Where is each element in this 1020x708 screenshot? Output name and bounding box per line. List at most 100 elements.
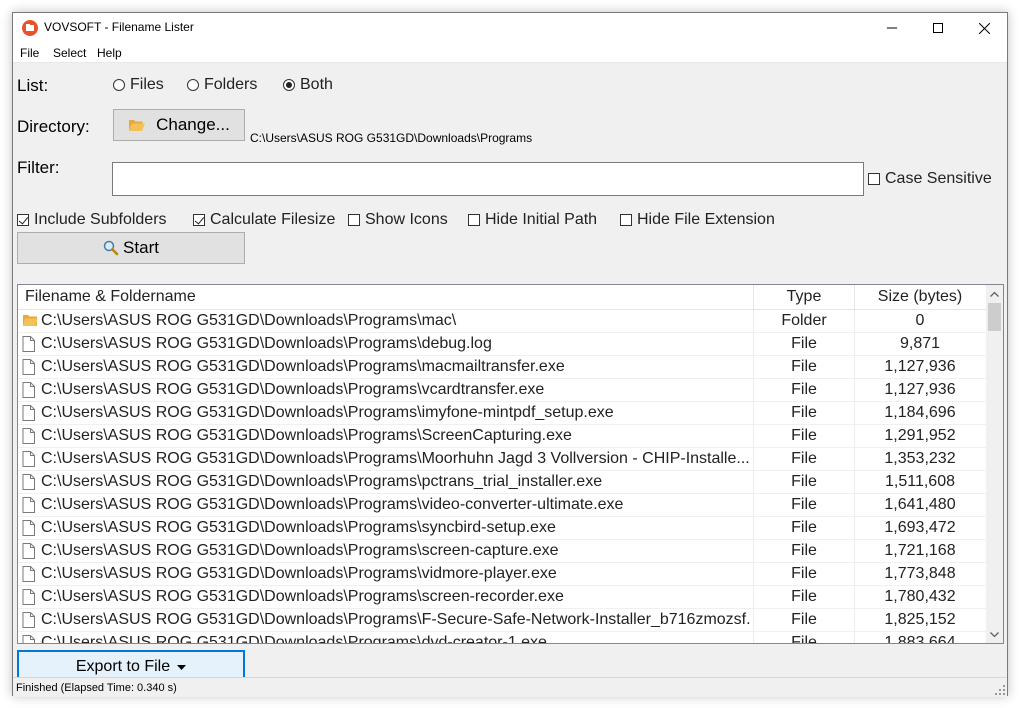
filename-text: C:\Users\ASUS ROG G531GD\Downloads\Progr… xyxy=(41,611,752,628)
table-row[interactable]: C:\Users\ASUS ROG G531GD\Downloads\Progr… xyxy=(18,448,986,471)
export-label: Export to File xyxy=(75,658,171,675)
show-icons-checkbox[interactable]: Show Icons xyxy=(348,211,448,229)
hide-initial-path-checkbox[interactable]: Hide Initial Path xyxy=(468,211,597,229)
cell-size: 0 xyxy=(915,312,925,329)
filename-text: C:\Users\ASUS ROG G531GD\Downloads\Progr… xyxy=(41,381,545,398)
folder-open-icon xyxy=(129,120,146,131)
minimize-button[interactable] xyxy=(869,13,915,43)
checkbox-box-checked xyxy=(193,214,205,226)
show-icons-label: Show Icons xyxy=(365,211,448,228)
chevron-up-icon xyxy=(990,291,999,297)
cell-type: File xyxy=(791,427,817,444)
column-header-type[interactable]: Type xyxy=(754,288,854,306)
filename-text: C:\Users\ASUS ROG G531GD\Downloads\Progr… xyxy=(41,427,572,444)
cell-size: 1,291,952 xyxy=(884,427,956,444)
cell-type: File xyxy=(791,588,817,605)
table-row[interactable]: C:\Users\ASUS ROG G531GD\Downloads\Progr… xyxy=(18,609,986,632)
status-text: Finished (Elapsed Time: 0.340 s) xyxy=(16,682,177,694)
cell-filename: C:\Users\ASUS ROG G531GD\Downloads\Progr… xyxy=(22,542,752,560)
filename-text: C:\Users\ASUS ROG G531GD\Downloads\Progr… xyxy=(41,450,750,467)
menu-select[interactable]: Select xyxy=(53,46,86,60)
calculate-filesize-checkbox[interactable]: Calculate Filesize xyxy=(193,211,335,229)
checkbox-box xyxy=(620,214,632,226)
cell-type: Folder xyxy=(781,312,827,329)
file-icon xyxy=(22,635,38,643)
radio-circle xyxy=(113,79,125,91)
include-subfolders-checkbox[interactable]: Include Subfolders xyxy=(17,211,167,229)
cell-type: File xyxy=(791,565,817,582)
table-row[interactable]: C:\Users\ASUS ROG G531GD\Downloads\Progr… xyxy=(18,425,986,448)
folder-icon xyxy=(22,313,38,329)
checkbox-box xyxy=(348,214,360,226)
radio-folders[interactable]: Folders xyxy=(187,76,257,94)
start-label: Start xyxy=(123,238,159,257)
scroll-up-button[interactable] xyxy=(986,285,1003,302)
vertical-scrollbar[interactable] xyxy=(986,285,1003,643)
file-icon xyxy=(22,336,38,352)
cell-size: 1,773,848 xyxy=(884,565,956,582)
menu-help[interactable]: Help xyxy=(97,46,122,60)
case-sensitive-checkbox[interactable]: Case Sensitive xyxy=(868,170,992,188)
file-icon xyxy=(22,405,38,421)
radio-files-label: Files xyxy=(130,76,164,93)
scroll-down-button[interactable] xyxy=(986,626,1003,643)
resize-grip-icon[interactable] xyxy=(995,685,1005,695)
file-icon xyxy=(22,497,38,513)
file-icon xyxy=(22,543,38,559)
close-button[interactable] xyxy=(961,13,1007,43)
cell-type: File xyxy=(791,611,817,628)
cell-type: File xyxy=(791,634,817,644)
table-row[interactable]: C:\Users\ASUS ROG G531GD\Downloads\Progr… xyxy=(18,586,986,609)
table-row[interactable]: C:\Users\ASUS ROG G531GD\Downloads\Progr… xyxy=(18,494,986,517)
cell-filename: C:\Users\ASUS ROG G531GD\Downloads\Progr… xyxy=(22,496,752,514)
scroll-thumb[interactable] xyxy=(988,303,1001,331)
table-row[interactable]: C:\Users\ASUS ROG G531GD\Downloads\Progr… xyxy=(18,333,986,356)
cell-filename: C:\Users\ASUS ROG G531GD\Downloads\Progr… xyxy=(22,335,752,353)
filter-input[interactable] xyxy=(112,162,864,196)
checkbox-box xyxy=(868,173,880,185)
minimize-icon xyxy=(887,27,897,29)
table-row[interactable]: C:\Users\ASUS ROG G531GD\Downloads\Progr… xyxy=(18,632,986,644)
table-row[interactable]: C:\Users\ASUS ROG G531GD\Downloads\Progr… xyxy=(18,379,986,402)
table-row[interactable]: C:\Users\ASUS ROG G531GD\Downloads\Progr… xyxy=(18,402,986,425)
cell-type: File xyxy=(791,473,817,490)
table-row[interactable]: C:\Users\ASUS ROG G531GD\Downloads\Progr… xyxy=(18,517,986,540)
radio-circle-selected xyxy=(283,79,295,91)
list-header: Filename & Foldername Type Size (bytes) xyxy=(18,285,986,310)
table-row[interactable]: C:\Users\ASUS ROG G531GD\Downloads\Progr… xyxy=(18,471,986,494)
change-directory-button[interactable]: Change... xyxy=(113,109,245,141)
start-button[interactable]: Start xyxy=(17,232,245,264)
radio-files[interactable]: Files xyxy=(113,76,164,94)
file-icon xyxy=(22,382,38,398)
title-bar[interactable]: VOVSOFT - Filename Lister xyxy=(13,13,1007,43)
maximize-button[interactable] xyxy=(915,13,961,43)
cell-type: File xyxy=(791,450,817,467)
radio-both[interactable]: Both xyxy=(283,76,333,94)
close-icon xyxy=(978,22,990,34)
file-icon xyxy=(22,520,38,536)
menu-file[interactable]: File xyxy=(20,46,39,60)
table-row[interactable]: C:\Users\ASUS ROG G531GD\Downloads\Progr… xyxy=(18,563,986,586)
column-header-size[interactable]: Size (bytes) xyxy=(855,288,985,306)
directory-label: Directory: xyxy=(17,117,90,136)
magnifier-icon xyxy=(103,240,119,256)
filename-text: C:\Users\ASUS ROG G531GD\Downloads\Progr… xyxy=(41,358,565,375)
cell-type: File xyxy=(791,381,817,398)
table-row[interactable]: C:\Users\ASUS ROG G531GD\Downloads\Progr… xyxy=(18,310,986,333)
cell-type: File xyxy=(791,496,817,513)
file-list[interactable]: Filename & Foldername Type Size (bytes) … xyxy=(17,284,1004,644)
cell-size: 1,721,168 xyxy=(884,542,956,559)
table-row[interactable]: C:\Users\ASUS ROG G531GD\Downloads\Progr… xyxy=(18,356,986,379)
hide-file-extension-checkbox[interactable]: Hide File Extension xyxy=(620,211,775,229)
case-sensitive-label: Case Sensitive xyxy=(885,170,992,187)
cell-filename: C:\Users\ASUS ROG G531GD\Downloads\Progr… xyxy=(22,519,752,537)
maximize-icon xyxy=(933,23,943,33)
cell-size: 1,780,432 xyxy=(884,588,956,605)
dropdown-arrow-icon xyxy=(177,664,187,670)
table-row[interactable]: C:\Users\ASUS ROG G531GD\Downloads\Progr… xyxy=(18,540,986,563)
status-bar: Finished (Elapsed Time: 0.340 s) xyxy=(13,677,1007,697)
calculate-filesize-label: Calculate Filesize xyxy=(210,211,336,228)
cell-filename: C:\Users\ASUS ROG G531GD\Downloads\Progr… xyxy=(22,634,752,643)
column-header-name[interactable]: Filename & Foldername xyxy=(25,288,196,306)
cell-filename: C:\Users\ASUS ROG G531GD\Downloads\Progr… xyxy=(22,381,752,399)
